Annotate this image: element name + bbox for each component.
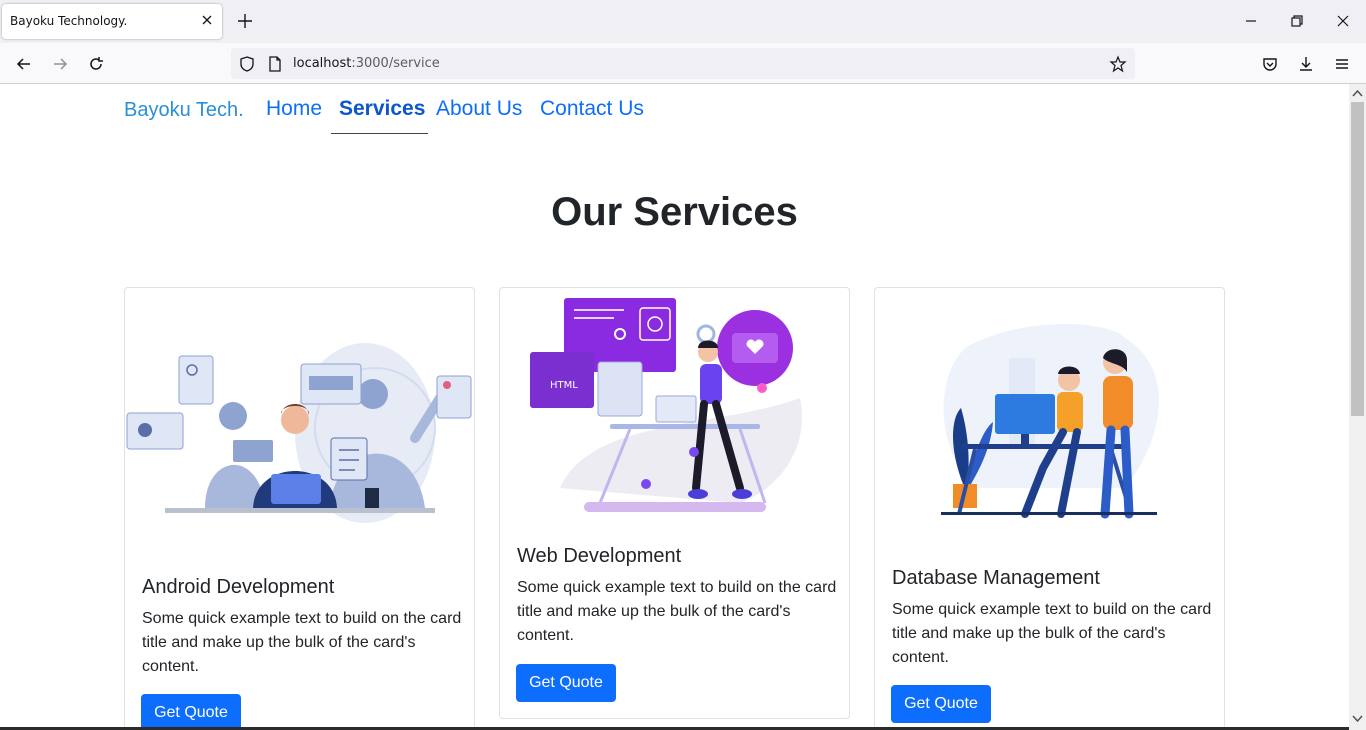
service-card-android: Android Development Some quick example t… [124, 287, 475, 730]
card-text: Some quick example text to build on the … [517, 579, 837, 644]
html-badge-text: HTML [550, 380, 578, 391]
nav-contact-us[interactable]: Contact Us [540, 97, 644, 121]
browser-tab[interactable]: Bayoku Technology. [2, 4, 222, 39]
bookmark-star-icon[interactable] [1109, 55, 1127, 73]
forward-icon[interactable] [50, 54, 70, 74]
tab-title: Bayoku Technology. [10, 14, 128, 28]
scroll-up-arrow-icon[interactable] [1352, 88, 1363, 99]
url-path: :3000/service [351, 56, 440, 71]
office-workers-illustration [941, 324, 1159, 519]
url-host: localhost [293, 56, 352, 71]
card-title: Database Management [892, 567, 1100, 589]
page-icon[interactable] [266, 55, 284, 73]
close-tab-icon[interactable] [200, 13, 214, 27]
new-tab-icon[interactable] [236, 12, 254, 30]
service-card-web: HTML Web Development Some quick example … [499, 287, 850, 719]
scroll-down-arrow-icon[interactable] [1352, 713, 1363, 724]
get-quote-button-web[interactable]: Get Quote [516, 664, 616, 702]
card-title: Web Development [517, 545, 682, 567]
active-nav-underline [331, 133, 428, 134]
page-title: Our Services [551, 190, 798, 234]
page-viewport: Bayoku Tech. Home Services About Us Cont… [0, 84, 1349, 730]
get-quote-button-database[interactable]: Get Quote [891, 685, 991, 723]
close-window-icon[interactable] [1334, 12, 1352, 30]
url-bar[interactable]: localhost:3000/service [231, 48, 1135, 79]
nav-home[interactable]: Home [266, 97, 322, 121]
nav-about-us[interactable]: About Us [436, 97, 522, 121]
team-developers-illustration [126, 343, 472, 523]
browser-tab-bar: Bayoku Technology. [0, 0, 1366, 43]
pocket-icon[interactable] [1260, 54, 1280, 74]
reload-icon[interactable] [86, 54, 106, 74]
download-icon[interactable] [1296, 54, 1316, 74]
service-card-database: Database Management Some quick example t… [874, 287, 1225, 730]
url-text[interactable]: localhost:3000/service [293, 56, 440, 71]
minimize-icon[interactable] [1242, 12, 1260, 30]
card-title: Android Development [142, 576, 335, 598]
shield-icon[interactable] [238, 55, 256, 73]
get-quote-button-android[interactable]: Get Quote [141, 694, 241, 730]
browser-toolbar: localhost:3000/service [0, 43, 1366, 84]
card-text: Some quick example text to build on the … [892, 601, 1212, 666]
web-developer-illustration: HTML [530, 298, 802, 512]
brand-link[interactable]: Bayoku Tech. [124, 99, 244, 122]
nav-services[interactable]: Services [339, 97, 425, 121]
scrollbar-thumb[interactable] [1351, 102, 1364, 416]
menu-icon[interactable] [1332, 54, 1352, 74]
back-icon[interactable] [14, 54, 34, 74]
restore-icon[interactable] [1288, 12, 1306, 30]
card-text: Some quick example text to build on the … [142, 610, 462, 675]
